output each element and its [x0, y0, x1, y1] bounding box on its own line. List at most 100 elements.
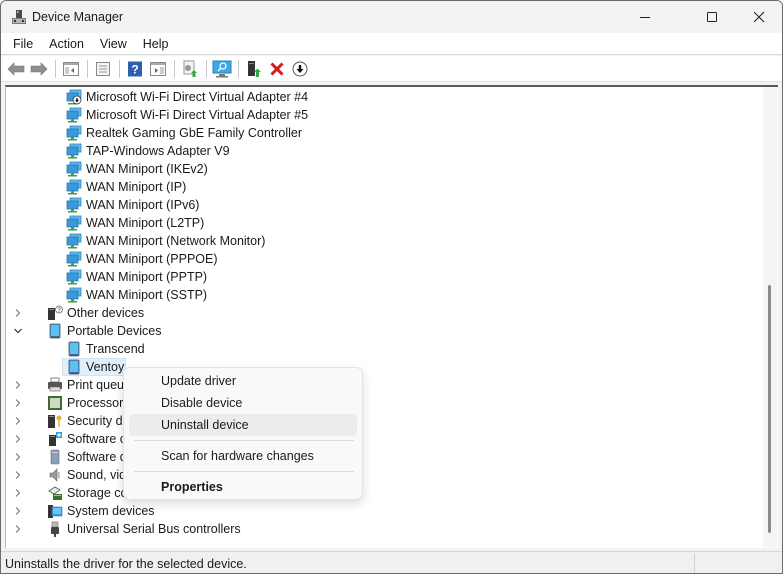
tree-item-label: WAN Miniport (IPv6): [86, 198, 200, 212]
tree-category-security-devices[interactable]: Security de: [6, 412, 746, 430]
tree-item-label: TAP-Windows Adapter V9: [86, 144, 230, 158]
tree-item-other-devices[interactable]: ? Other devices: [6, 304, 746, 322]
tree-category-universal-serial-bus-controllers[interactable]: Universal Serial Bus controllers: [6, 520, 746, 538]
vertical-scrollbar[interactable]: [763, 87, 777, 547]
tree-item-network-adapter[interactable]: Microsoft Wi-Fi Direct Virtual Adapter #…: [6, 106, 746, 124]
network-adapter-icon: [66, 107, 82, 123]
tree-item-network-adapter[interactable]: WAN Miniport (PPPOE): [6, 250, 746, 268]
tree-item-label: WAN Miniport (IP): [86, 180, 187, 194]
show-hide-console-tree-button[interactable]: [60, 58, 82, 80]
chevron-right-icon[interactable]: [12, 376, 24, 394]
tree-item-label: Other devices: [67, 306, 145, 320]
toolbar: ?: [1, 56, 782, 82]
tree-category-processors[interactable]: Processors: [6, 394, 746, 412]
properties-sheet-icon: [96, 61, 110, 76]
chevron-right-icon[interactable]: [12, 466, 24, 484]
close-icon: [753, 11, 765, 23]
status-text: Uninstalls the driver for the selected d…: [5, 557, 247, 571]
chevron-down-icon[interactable]: [12, 322, 24, 340]
tree-item-portable-device-ventoy[interactable]: Ventoy: [6, 358, 746, 376]
device-tree-pane: Microsoft Wi-Fi Direct Virtual Adapter #…: [5, 85, 778, 548]
tree-item-label: WAN Miniport (PPTP): [86, 270, 208, 284]
toolbar-separator: [55, 59, 56, 78]
context-menu-separator: [134, 440, 354, 441]
chevron-right-icon[interactable]: [12, 430, 24, 448]
tree-item-label: WAN Miniport (Network Monitor): [86, 234, 266, 248]
minimize-button[interactable]: [622, 1, 668, 33]
tree-item-network-adapter[interactable]: Microsoft Wi-Fi Direct Virtual Adapter #…: [6, 88, 746, 106]
context-menu-scan-for-hardware-changes[interactable]: Scan for hardware changes: [129, 445, 357, 467]
tree-item-label: Universal Serial Bus controllers: [67, 522, 241, 536]
toolbar-separator: [119, 59, 120, 78]
menu-action[interactable]: Action: [41, 34, 92, 54]
context-menu-update-driver[interactable]: Update driver: [129, 370, 357, 392]
chevron-right-icon[interactable]: [12, 484, 24, 502]
chevron-right-icon[interactable]: [12, 412, 24, 430]
context-menu-disable-device[interactable]: Disable device: [129, 392, 357, 414]
chevron-right-icon[interactable]: [12, 520, 24, 538]
menu-file[interactable]: File: [5, 34, 41, 54]
network-adapter-icon: [66, 287, 82, 303]
tree-item-label: Realtek Gaming GbE Family Controller: [86, 126, 303, 140]
download-arrow-icon: [292, 61, 308, 76]
forward-button[interactable]: [28, 58, 50, 80]
chevron-right-icon[interactable]: [12, 448, 24, 466]
tree-item-label: Microsoft Wi-Fi Direct Virtual Adapter #…: [86, 108, 309, 122]
tree-item-network-adapter[interactable]: WAN Miniport (IP): [6, 178, 746, 196]
update-driver-button[interactable]: [179, 58, 201, 80]
tree-item-portable-devices[interactable]: Portable Devices: [6, 322, 746, 340]
disable-device-button[interactable]: [289, 58, 311, 80]
tree-item-network-adapter[interactable]: WAN Miniport (IKEv2): [6, 160, 746, 178]
maximize-button[interactable]: [689, 1, 735, 33]
show-hide-action-pane-button[interactable]: [147, 58, 169, 80]
tree-category-storage-controllers[interactable]: Storage co: [6, 484, 746, 502]
tree-item-network-adapter[interactable]: WAN Miniport (SSTP): [6, 286, 746, 304]
network-adapter-icon: [66, 179, 82, 195]
tree-category-software-components[interactable]: Software c: [6, 430, 746, 448]
window-title: Device Manager: [32, 10, 124, 24]
properties-button[interactable]: [92, 58, 114, 80]
tree-category-software-devices[interactable]: Software d: [6, 448, 746, 466]
tree-category-system-devices[interactable]: System devices: [6, 502, 746, 520]
tree-item-label: System devices: [67, 504, 155, 518]
title-bar: Device Manager: [1, 1, 782, 33]
context-menu-properties[interactable]: Properties: [129, 476, 357, 498]
back-button[interactable]: [5, 58, 27, 80]
scan-hardware-button[interactable]: [211, 58, 233, 80]
help-button[interactable]: ?: [124, 58, 146, 80]
security-key-icon: [47, 413, 63, 429]
tree-item-label: WAN Miniport (PPPOE): [86, 252, 218, 266]
context-menu: Update driver Disable device Uninstall dev…: [123, 367, 363, 500]
network-adapter-disabled-icon: [66, 89, 82, 105]
tree-item-network-adapter[interactable]: WAN Miniport (L2TP): [6, 214, 746, 232]
processor-icon: [47, 395, 63, 411]
portable-device-icon: [66, 341, 82, 357]
chevron-right-icon[interactable]: [12, 394, 24, 412]
tree-item-label: Microsoft Wi-Fi Direct Virtual Adapter #…: [86, 90, 309, 104]
tree-item-network-adapter[interactable]: WAN Miniport (IPv6): [6, 196, 746, 214]
tree-item-network-adapter[interactable]: TAP-Windows Adapter V9: [6, 142, 746, 160]
back-arrow-icon: [7, 61, 25, 76]
software-device-icon: [47, 449, 63, 465]
context-menu-uninstall-device[interactable]: Uninstall device: [129, 414, 357, 436]
chevron-right-icon[interactable]: [12, 304, 24, 322]
tree-item-label: WAN Miniport (SSTP): [86, 288, 208, 302]
network-adapter-icon: [66, 161, 82, 177]
context-menu-separator: [134, 471, 354, 472]
scrollbar-thumb[interactable]: [768, 284, 771, 534]
enable-device-button[interactable]: [243, 58, 265, 80]
tree-item-portable-device-transcend[interactable]: Transcend: [6, 340, 746, 358]
tree-item-network-adapter[interactable]: WAN Miniport (Network Monitor): [6, 232, 746, 250]
tree-item-label: Ventoy: [86, 360, 125, 374]
menu-bar: File Action View Help: [1, 33, 782, 55]
tree-category-sound-video-and-game-controllers[interactable]: Sound, vid: [6, 466, 746, 484]
menu-help[interactable]: Help: [135, 34, 177, 54]
tree-item-network-adapter[interactable]: Realtek Gaming GbE Family Controller: [6, 124, 746, 142]
tree-item-network-adapter[interactable]: WAN Miniport (PPTP): [6, 268, 746, 286]
tree-category-print-queues[interactable]: Print queu: [6, 376, 746, 394]
network-adapter-icon: [66, 215, 82, 231]
chevron-right-icon[interactable]: [12, 502, 24, 520]
menu-view[interactable]: View: [92, 34, 135, 54]
uninstall-device-button[interactable]: [266, 58, 288, 80]
close-button[interactable]: [736, 1, 782, 33]
